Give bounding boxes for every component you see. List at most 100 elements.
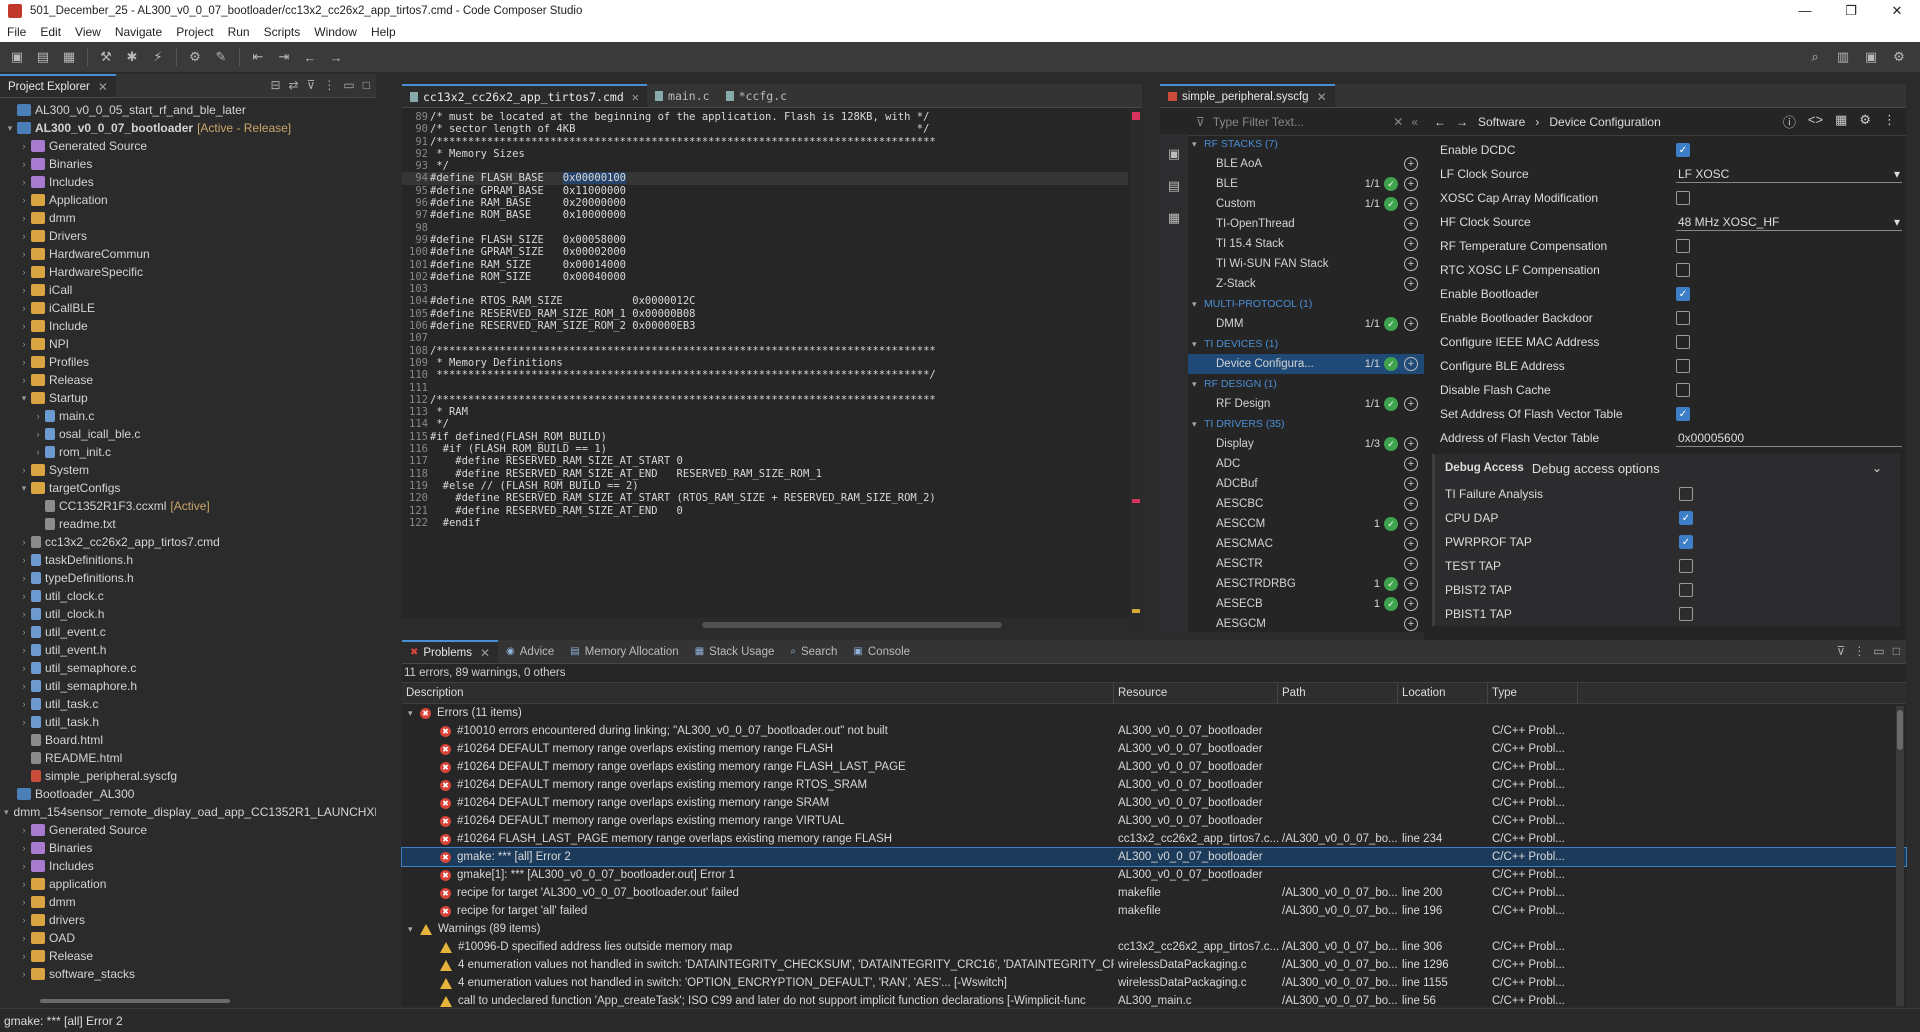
tree-item[interactable]: ▾ dmm_154sensor_remote_display_oad_app_CC…: [0, 803, 376, 821]
back-arrow-icon[interactable]: ←: [1434, 115, 1446, 129]
chevron-down-icon[interactable]: ▾: [1192, 379, 1204, 390]
expand-toggle-icon[interactable]: ›: [18, 465, 30, 475]
expand-toggle-icon[interactable]: ›: [18, 555, 30, 565]
expand-toggle-icon[interactable]: ›: [18, 249, 30, 259]
problem-group[interactable]: ▾ ✖ Errors (11 items): [402, 704, 1906, 722]
menu-file[interactable]: File: [0, 25, 33, 39]
debug-perspective-icon[interactable]: ⚙: [1888, 46, 1910, 68]
checkbox[interactable]: [1679, 583, 1693, 597]
module-item[interactable]: AESCCM 1 ✓ +: [1188, 514, 1426, 534]
checkbox[interactable]: [1676, 311, 1690, 325]
module-category[interactable]: ▾ MULTI-PROTOCOL (1): [1188, 294, 1426, 314]
module-item[interactable]: AESGCM +: [1188, 614, 1426, 632]
module-item[interactable]: ADCBuf +: [1188, 474, 1426, 494]
breadcrumb-software[interactable]: Software: [1478, 115, 1525, 129]
tree-item[interactable]: readme.txt: [0, 515, 376, 533]
add-icon[interactable]: +: [1404, 397, 1418, 411]
horizontal-scrollbar[interactable]: [0, 996, 376, 1006]
module-category[interactable]: ▾ RF STACKS (7): [1188, 134, 1426, 154]
editor-hscrollbar[interactable]: [402, 618, 1130, 632]
add-icon[interactable]: +: [1404, 177, 1418, 191]
checkbox[interactable]: [1676, 263, 1690, 277]
tree-item[interactable]: ▾ Startup: [0, 389, 376, 407]
settings-icon[interactable]: ⚙: [1859, 112, 1871, 131]
expand-toggle-icon[interactable]: ▾: [4, 123, 16, 134]
minimize-view-icon[interactable]: ▭: [1873, 644, 1884, 658]
expand-toggle-icon[interactable]: ›: [18, 681, 30, 691]
problem-row[interactable]: ✖ #10264 DEFAULT memory range overlaps ex…: [402, 740, 1906, 758]
menu-view[interactable]: View: [68, 25, 108, 39]
add-icon[interactable]: +: [1404, 577, 1418, 591]
tree-item[interactable]: › util_task.h: [0, 713, 376, 731]
expand-toggle-icon[interactable]: ›: [18, 339, 30, 349]
add-icon[interactable]: +: [1404, 257, 1418, 271]
minimize-view-icon[interactable]: ▭: [343, 78, 354, 92]
search-toolbar-icon[interactable]: ⚙: [184, 46, 206, 68]
tree-item[interactable]: › HardwareCommun: [0, 245, 376, 263]
add-icon[interactable]: +: [1404, 217, 1418, 231]
tab-advice[interactable]: ◉ Advice: [498, 640, 562, 663]
tree-item[interactable]: ▾ targetConfigs: [0, 479, 376, 497]
software-view-icon[interactable]: ▣: [1168, 146, 1180, 162]
new-icon[interactable]: ▣: [6, 46, 28, 68]
tab-search[interactable]: ⌕ Search: [782, 640, 845, 663]
expand-toggle-icon[interactable]: ▾: [18, 393, 30, 404]
problem-row[interactable]: ✖ gmake: *** [all] Error 2 AL300_v0_0_07_b…: [401, 847, 1907, 867]
forward-icon[interactable]: →: [325, 46, 347, 68]
add-icon[interactable]: +: [1404, 237, 1418, 251]
tree-item[interactable]: › Release: [0, 947, 376, 965]
module-item[interactable]: TI 15.4 Stack +: [1188, 234, 1426, 254]
expand-toggle-icon[interactable]: ›: [18, 321, 30, 331]
table-view-icon[interactable]: ▦: [1835, 112, 1847, 131]
link-editor-icon[interactable]: ⇄: [289, 78, 299, 92]
add-icon[interactable]: +: [1404, 517, 1418, 531]
tree-item[interactable]: › Includes: [0, 173, 376, 191]
tree-item[interactable]: › OAD: [0, 929, 376, 947]
expand-toggle-icon[interactable]: ›: [18, 645, 30, 655]
code-area[interactable]: 89/* must be located at the beginning of…: [402, 109, 1128, 616]
checkbox[interactable]: [1679, 559, 1693, 573]
expand-toggle-icon[interactable]: ›: [32, 411, 44, 421]
close-icon[interactable]: ✕: [1317, 90, 1327, 104]
checkbox[interactable]: [1676, 383, 1690, 397]
horizontal-scroll-thumb[interactable]: [40, 999, 230, 1003]
tree-item[interactable]: › taskDefinitions.h: [0, 551, 376, 569]
problem-row[interactable]: ✖ #10264 DEFAULT memory range overlaps ex…: [402, 776, 1906, 794]
editor-tab[interactable]: main.c: [647, 84, 718, 107]
tree-item[interactable]: › Includes: [0, 857, 376, 875]
tree-item[interactable]: › NPI: [0, 335, 376, 353]
debug-icon[interactable]: ✱: [121, 46, 143, 68]
more-options-icon[interactable]: ⋮: [1883, 112, 1896, 131]
expand-toggle-icon[interactable]: ›: [18, 195, 30, 205]
tree-item[interactable]: › typeDefinitions.h: [0, 569, 376, 587]
problem-row[interactable]: #10096-D specified address lies outside …: [402, 938, 1906, 956]
tree-item[interactable]: › rom_init.c: [0, 443, 376, 461]
add-icon[interactable]: +: [1404, 357, 1418, 371]
save-all-icon[interactable]: ▦: [58, 46, 80, 68]
tree-item[interactable]: › Profiles: [0, 353, 376, 371]
add-icon[interactable]: +: [1404, 617, 1418, 631]
add-icon[interactable]: +: [1404, 457, 1418, 471]
view-menu-icon[interactable]: ⋮: [323, 78, 335, 92]
checkbox[interactable]: [1679, 487, 1693, 501]
open-perspective-icon[interactable]: ▥: [1832, 46, 1854, 68]
tree-item[interactable]: README.html: [0, 749, 376, 767]
expand-toggle-icon[interactable]: ›: [18, 897, 30, 907]
error-marker-2[interactable]: [1132, 499, 1140, 503]
dropdown[interactable]: 48 MHz XOSC_HF ▾: [1676, 214, 1902, 231]
problem-row[interactable]: ✖ #10264 DEFAULT memory range overlaps ex…: [402, 812, 1906, 830]
tree-item[interactable]: › software_stacks: [0, 965, 376, 983]
module-item[interactable]: Custom 1/1 ✓ +: [1188, 194, 1426, 214]
save-icon[interactable]: ▤: [32, 46, 54, 68]
info-icon[interactable]: ⓘ: [1783, 112, 1796, 131]
problem-row[interactable]: ✖ gmake[1]: *** [AL300_v0_0_07_bootloader…: [402, 866, 1906, 884]
expand-toggle-icon[interactable]: ›: [18, 717, 30, 727]
expand-toggle-icon[interactable]: ›: [18, 843, 30, 853]
menu-navigate[interactable]: Navigate: [108, 25, 169, 39]
module-item[interactable]: BLE 1/1 ✓ +: [1188, 174, 1426, 194]
tree-item[interactable]: › application: [0, 875, 376, 893]
tree-item[interactable]: › main.c: [0, 407, 376, 425]
tree-item[interactable]: › Generated Source: [0, 137, 376, 155]
expand-toggle-icon[interactable]: ›: [18, 573, 30, 583]
add-icon[interactable]: +: [1404, 477, 1418, 491]
